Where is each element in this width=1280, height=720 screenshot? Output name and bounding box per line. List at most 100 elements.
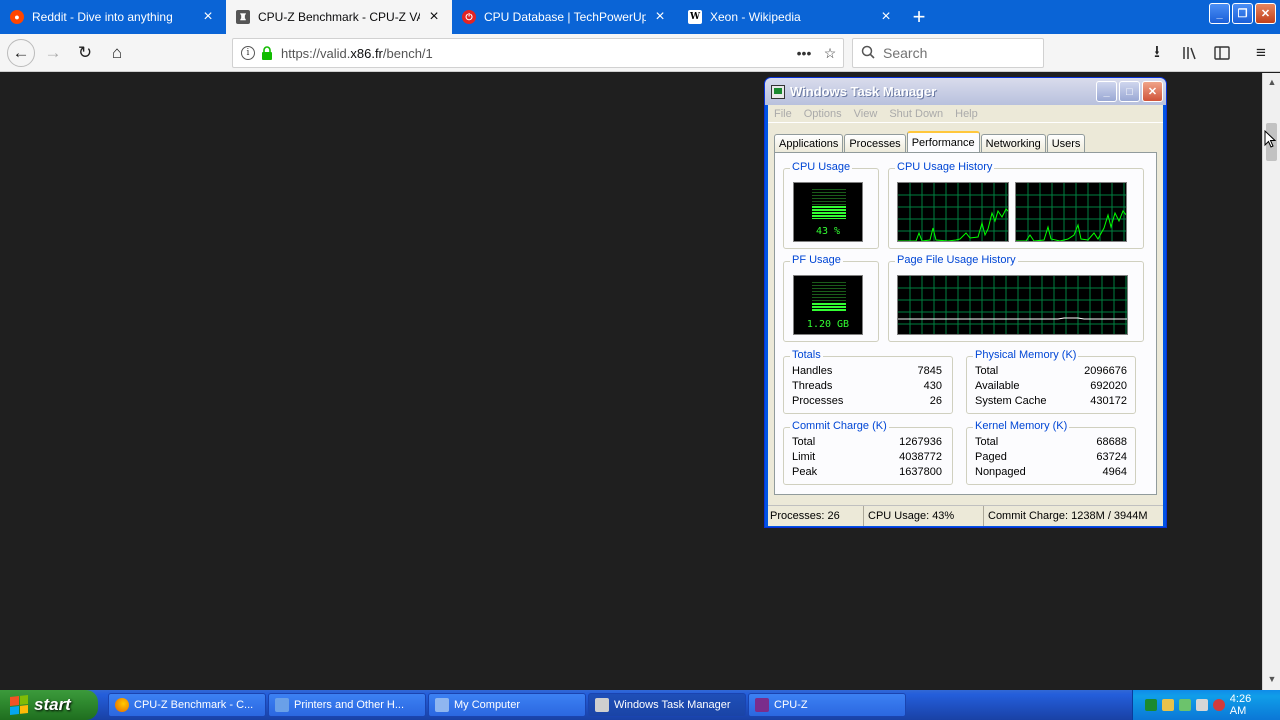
computer-icon	[435, 698, 449, 712]
pf-usage-meter: 1.20 GB	[793, 275, 863, 335]
taskbar-item-cpuz-benchmark[interactable]: CPU-Z Benchmark - C...	[108, 693, 266, 717]
task-manager-title-bar[interactable]: Windows Task Manager _ □ ✕	[765, 78, 1166, 105]
download-icon[interactable]: ⭳	[1144, 41, 1170, 65]
restore-button[interactable]: ❐	[1232, 3, 1253, 24]
close-window-button[interactable]: ✕	[1255, 3, 1276, 24]
task-manager-window: Windows Task Manager _ □ ✕ File Options …	[764, 77, 1167, 528]
network-icon[interactable]	[1161, 699, 1174, 711]
browser-tab-strip: ● Reddit - Dive into anything × ♜ CPU-Z …	[0, 0, 1280, 34]
scroll-down-icon[interactable]: ▼	[1266, 674, 1278, 686]
cpu-history-chart-1	[1016, 183, 1126, 241]
trophy-icon: ♜	[236, 10, 250, 24]
stat-key: Threads	[792, 380, 833, 392]
bookmark-star-icon[interactable]: ☆	[817, 45, 843, 62]
taskbar-item-my-computer[interactable]: My Computer	[428, 693, 586, 717]
pf-usage-label: PF Usage	[790, 254, 843, 266]
stat-row-handles: Handles 7845	[792, 364, 942, 379]
url-path: /bench/1	[382, 45, 433, 61]
search-placeholder: Search	[883, 45, 928, 61]
performance-panel: CPU Usage 43 % CPU Usage History PF Usag…	[774, 152, 1157, 495]
close-icon[interactable]: ×	[200, 9, 216, 25]
vertical-scrollbar[interactable]: ▲ ▼	[1262, 73, 1280, 690]
tab-processes[interactable]: Processes	[844, 134, 906, 153]
search-input[interactable]: Search	[852, 38, 1044, 68]
tab-applications[interactable]: Applications	[774, 134, 844, 153]
taskmgr-tray-icon[interactable]	[1145, 699, 1157, 711]
stat-value: 2096676	[1084, 365, 1127, 377]
new-tab-button[interactable]: +	[904, 0, 934, 34]
cpu-usage-meter: 43 %	[793, 182, 863, 242]
status-commit-charge: Commit Charge: 1238M / 3944M	[988, 510, 1148, 522]
taskbar-item-printers[interactable]: Printers and Other H...	[268, 693, 426, 717]
address-bar[interactable]: i https://valid.x86.fr/bench/1 ••• ☆	[232, 38, 844, 68]
close-window-button[interactable]: ✕	[1142, 81, 1163, 102]
safely-remove-icon[interactable]	[1178, 699, 1191, 711]
stat-key: Total	[975, 436, 999, 448]
stat-value: 1267936	[899, 436, 942, 448]
site-info-icon[interactable]: i	[241, 46, 255, 60]
tab-cpuz-benchmark[interactable]: ♜ CPU-Z Benchmark - CPU-Z VALIDA ×	[226, 0, 452, 34]
home-icon[interactable]: ⌂	[104, 41, 130, 65]
taskmgr-icon	[771, 84, 785, 99]
reload-icon[interactable]: ↻	[72, 41, 98, 65]
stat-key: System Cache	[975, 395, 1047, 407]
close-icon[interactable]: ×	[426, 9, 442, 25]
tab-performance[interactable]: Performance	[906, 131, 980, 153]
pf-history-graph	[897, 275, 1128, 335]
tab-reddit[interactable]: ● Reddit - Dive into anything ×	[0, 0, 226, 34]
page-actions-icon[interactable]: •••	[791, 45, 817, 61]
cpu-usage-value: 43 %	[815, 226, 841, 237]
stat-row-commit-total: Total 1267936	[792, 435, 942, 450]
system-tray: 4:26 AM	[1132, 690, 1280, 720]
menu-file[interactable]: File	[774, 108, 792, 120]
pf-history-group: Page File Usage History	[888, 254, 1144, 342]
commit-charge-group: Commit Charge (K) Total 1267936 Limit 4038…	[783, 420, 953, 485]
minimize-button[interactable]: _	[1096, 81, 1117, 102]
cpu-usage-group: CPU Usage 43 %	[783, 161, 879, 249]
taskbar-item-task-manager[interactable]: Windows Task Manager	[588, 693, 746, 717]
status-processes: Processes: 26	[768, 506, 864, 526]
menu-help[interactable]: Help	[955, 108, 978, 120]
forward-arrow-icon[interactable]: →	[40, 41, 66, 65]
taskbar-item-label: Windows Task Manager	[614, 699, 731, 711]
clock[interactable]: 4:26 AM	[1230, 693, 1270, 717]
scroll-up-icon[interactable]: ▲	[1266, 77, 1278, 89]
close-icon[interactable]: ×	[652, 9, 668, 25]
sidebar-icon[interactable]	[1209, 41, 1235, 65]
pf-usage-fill	[812, 303, 846, 312]
security-shield-icon[interactable]	[1212, 699, 1225, 711]
volume-icon[interactable]	[1195, 699, 1208, 711]
totals-label: Totals	[790, 349, 823, 361]
maximize-button[interactable]: □	[1119, 81, 1140, 102]
start-label: start	[34, 695, 71, 714]
close-icon[interactable]: ×	[878, 9, 894, 25]
status-cpu-usage: CPU Usage: 43%	[864, 506, 984, 526]
tab-networking[interactable]: Networking	[980, 134, 1046, 153]
cpu-history-group: CPU Usage History	[888, 161, 1144, 249]
stat-value: 26	[929, 395, 942, 407]
taskbar-item-cpuz[interactable]: CPU-Z	[748, 693, 906, 717]
wikipedia-icon: W	[688, 10, 702, 24]
minimize-button[interactable]: _	[1209, 3, 1230, 24]
cpu-history-label: CPU Usage History	[895, 161, 995, 173]
cpuz-icon	[755, 698, 769, 712]
tab-users[interactable]: Users	[1046, 134, 1086, 153]
stat-row-commit-limit: Limit 4038772	[792, 450, 942, 465]
tab-xeon-wikipedia[interactable]: W Xeon - Wikipedia ×	[678, 0, 904, 34]
menu-view[interactable]: View	[854, 108, 878, 120]
menu-options[interactable]: Options	[804, 108, 842, 120]
taskbar-item-label: CPU-Z	[774, 699, 808, 711]
back-arrow-icon[interactable]: ←	[7, 39, 35, 67]
taskbar: start CPU-Z Benchmark - C... Printers an…	[0, 690, 1280, 720]
tab-cpu-database[interactable]: ⏻ CPU Database | TechPowerUp ×	[452, 0, 678, 34]
stat-key: Nonpaged	[975, 466, 1026, 478]
library-icon[interactable]	[1177, 41, 1203, 65]
url-host: x86.fr	[350, 45, 383, 61]
menu-icon[interactable]: ≡	[1248, 41, 1274, 65]
menu-shut-down[interactable]: Shut Down	[889, 108, 943, 120]
start-button[interactable]: start	[0, 690, 98, 720]
stat-row-processes: Processes 26	[792, 394, 942, 409]
cpu-history-graph-core-0	[897, 182, 1009, 242]
stat-value: 692020	[1090, 380, 1127, 392]
tab-label: CPU Database | TechPowerUp	[484, 10, 646, 24]
